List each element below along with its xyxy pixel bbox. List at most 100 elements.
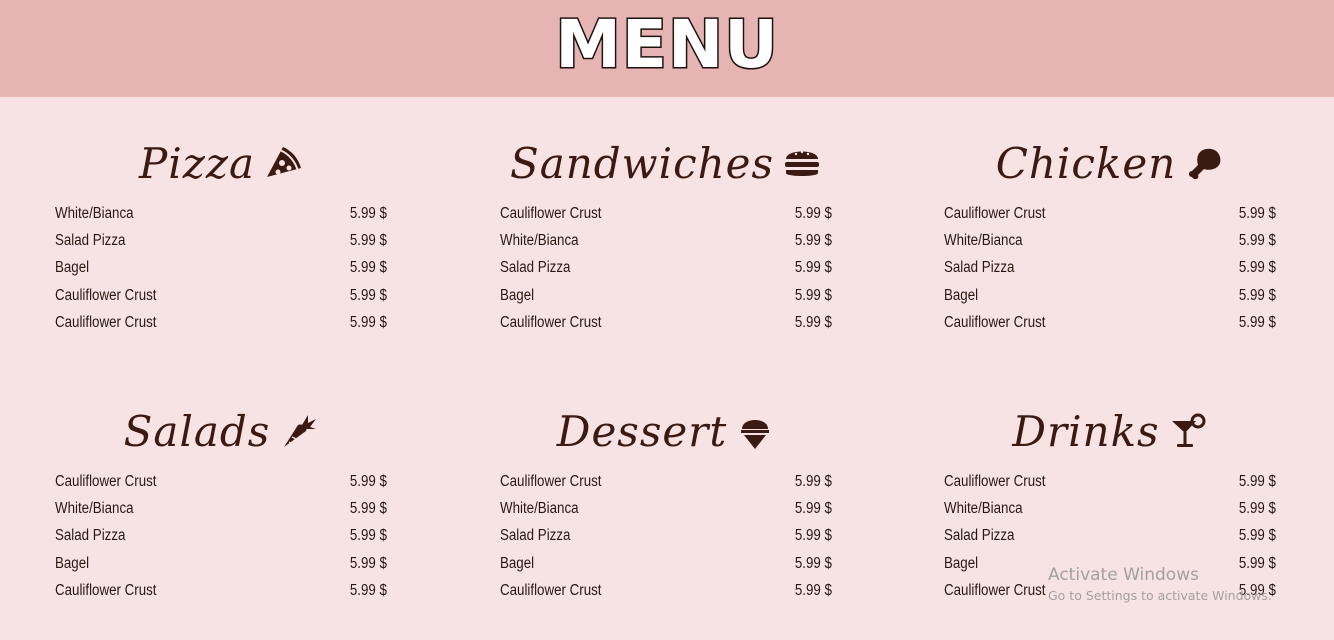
section-title: Salads [123,406,271,456]
section-header: Drinks [944,396,1278,466]
menu-item: Cauliflower Crust 5.99 $ [500,577,834,604]
section-header: Salads [55,396,389,466]
section-header: Dessert [500,396,834,466]
menu-item: Bagel 5.99 $ [55,550,389,577]
item-name: White/Bianca [55,499,134,517]
menu-item: Salad Pizza 5.99 $ [944,523,1278,550]
section-title: Dessert [556,406,728,456]
item-price: 5.99 $ [1238,472,1276,490]
menu-item: Bagel 5.99 $ [500,550,834,577]
menu-item: White/Bianca 5.99 $ [500,495,834,522]
item-price: 5.99 $ [794,313,832,331]
watermark-title: Activate Windows [1048,565,1199,585]
item-name: White/Bianca [500,499,579,517]
hamburger-icon [780,141,824,185]
item-name: Cauliflower Crust [500,204,602,222]
menu-item: White/Bianca 5.99 $ [944,495,1278,522]
menu-page: MENU Pizza White/Bianca 5.99 $ Salad Pizz… [0,0,1334,640]
watermark-subtitle: Go to Settings to activate Windows. [1048,588,1272,603]
section-chicken: Chicken Cauliflower Crust 5.99 $ White/Bi… [944,128,1278,336]
menu-item: Salad Pizza 5.99 $ [500,255,834,282]
item-name: White/Bianca [944,499,1023,517]
item-price: 5.99 $ [794,581,832,599]
menu-item: Cauliflower Crust 5.99 $ [500,468,834,495]
menu-item: Salad Pizza 5.99 $ [55,523,389,550]
section-title: Pizza [139,138,255,188]
item-price: 5.99 $ [1238,313,1276,331]
section-salads: Salads Cauliflower Crust 5.99 $ White/Bia… [55,396,389,604]
item-name: Cauliflower Crust [55,472,157,490]
item-name: Cauliflower Crust [55,581,157,599]
item-name: Salad Pizza [944,527,1015,545]
item-name: Cauliflower Crust [944,313,1046,331]
item-name: White/Bianca [944,231,1023,249]
item-price: 5.99 $ [349,499,387,517]
item-price: 5.99 $ [349,259,387,277]
menu-item: Salad Pizza 5.99 $ [944,255,1278,282]
item-name: Cauliflower Crust [500,472,602,490]
item-name: Cauliflower Crust [55,313,157,331]
item-price: 5.99 $ [794,231,832,249]
item-name: Cauliflower Crust [500,313,602,331]
item-name: Salad Pizza [500,259,571,277]
item-price: 5.99 $ [794,259,832,277]
menu-item: Cauliflower Crust 5.99 $ [944,309,1278,336]
cocktail-icon [1166,409,1210,453]
item-name: Bagel [55,554,90,572]
item-price: 5.99 $ [794,472,832,490]
pizza-slice-icon [261,141,305,185]
menu-item: Cauliflower Crust 5.99 $ [55,468,389,495]
item-price: 5.99 $ [1238,231,1276,249]
item-price: 5.99 $ [1238,286,1276,304]
section-title: Chicken [995,138,1177,188]
item-price: 5.99 $ [349,286,387,304]
menu-header: MENU [0,0,1334,97]
menu-item: Cauliflower Crust 5.99 $ [55,577,389,604]
item-price: 5.99 $ [794,527,832,545]
item-name: Bagel [944,286,979,304]
drumstick-icon [1182,141,1226,185]
item-price: 5.99 $ [1238,259,1276,277]
section-header: Sandwiches [500,128,834,198]
item-price: 5.99 $ [794,554,832,572]
menu-item: Salad Pizza 5.99 $ [55,227,389,254]
menu-item: Cauliflower Crust 5.99 $ [500,200,834,227]
menu-item: White/Bianca 5.99 $ [55,200,389,227]
item-name: Bagel [500,286,535,304]
section-dessert: Dessert Cauliflower Crust 5.99 $ White/Bi… [500,396,834,604]
menu-item: Bagel 5.99 $ [944,282,1278,309]
item-name: Salad Pizza [55,527,126,545]
item-name: Cauliflower Crust [55,286,157,304]
item-name: Salad Pizza [944,259,1015,277]
section-header: Chicken [944,128,1278,198]
menu-item: Salad Pizza 5.99 $ [500,523,834,550]
menu-item: White/Bianca 5.99 $ [55,495,389,522]
section-title: Sandwiches [509,138,775,188]
menu-title: MENU [554,5,780,85]
item-name: Bagel [944,554,979,572]
item-name: Salad Pizza [55,231,126,249]
menu-item: Cauliflower Crust 5.99 $ [55,309,389,336]
section-title: Drinks [1012,406,1160,456]
menu-item: Cauliflower Crust 5.99 $ [944,468,1278,495]
item-price: 5.99 $ [349,527,387,545]
item-price: 5.99 $ [349,472,387,490]
item-name: White/Bianca [500,231,579,249]
section-header: Pizza [55,128,389,198]
menu-item: Cauliflower Crust 5.99 $ [55,282,389,309]
menu-item: Bagel 5.99 $ [500,282,834,309]
activate-windows-watermark: Activate Windows Go to Settings to activ… [1048,565,1272,603]
ice-cream-icon [733,409,777,453]
item-price: 5.99 $ [349,231,387,249]
item-name: Cauliflower Crust [944,204,1046,222]
menu-item: White/Bianca 5.99 $ [500,227,834,254]
menu-item: Cauliflower Crust 5.99 $ [500,309,834,336]
menu-item: Bagel 5.99 $ [55,255,389,282]
item-name: Bagel [55,259,90,277]
item-name: White/Bianca [55,204,134,222]
item-price: 5.99 $ [349,581,387,599]
item-name: Salad Pizza [500,527,571,545]
item-price: 5.99 $ [794,499,832,517]
item-name: Cauliflower Crust [500,581,602,599]
item-price: 5.99 $ [1238,527,1276,545]
